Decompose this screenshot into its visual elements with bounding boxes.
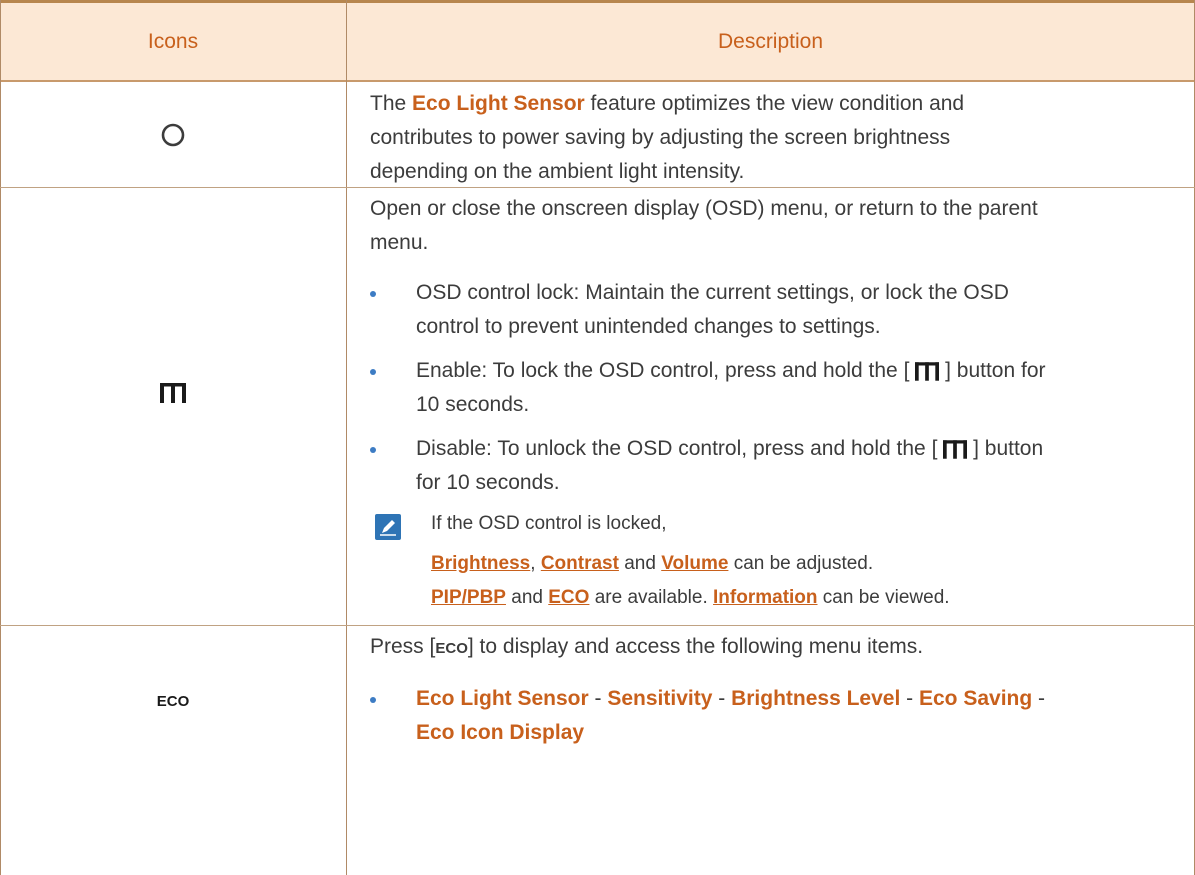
menu-bars-icon [943, 440, 968, 459]
table-row: ECO Press [ECO] to display and access th… [0, 626, 1195, 875]
eco-icon: ECO [156, 692, 190, 710]
bullet-icon [370, 447, 376, 453]
eco-icon: ECO [435, 640, 468, 657]
pip-pbp-link[interactable]: PIP/PBP [431, 587, 506, 608]
contrast-link[interactable]: Contrast [541, 553, 619, 574]
list-item: Enable: To lock the OSD control, press a… [370, 354, 1175, 422]
header-description: Description [717, 30, 824, 53]
menu-bars-icon [915, 362, 940, 381]
row-description: Press [ECO] to display and access the fo… [370, 630, 1175, 750]
bullet-icon [370, 291, 376, 297]
table-row: Open or close the onscreen display (OSD)… [0, 188, 1195, 625]
bullet-icon [370, 697, 376, 703]
note-icon [375, 514, 401, 545]
row-description: The Eco Light Sensor feature optimizes t… [370, 92, 965, 183]
bullet-icon [370, 369, 376, 375]
brightness-link[interactable]: Brightness [431, 553, 530, 574]
table-header: Icons Description [0, 0, 1195, 82]
circle-icon [0, 82, 346, 187]
list-item: Eco Light Sensor - Sensitivity - Brightn… [370, 682, 1175, 750]
table-row: The Eco Light Sensor feature optimizes t… [0, 82, 1195, 187]
row-description: Open or close the onscreen display (OSD)… [370, 192, 1175, 500]
volume-link[interactable]: Volume [661, 553, 728, 574]
eco-link[interactable]: ECO [548, 587, 589, 608]
menu-bars-icon [0, 378, 346, 408]
eco-light-sensor-term: Eco Light Sensor [412, 92, 585, 115]
information-link[interactable]: Information [713, 587, 818, 608]
header-icons: Icons [147, 30, 199, 53]
list-item: Disable: To unlock the OSD control, pres… [370, 432, 1175, 500]
list-item: OSD control lock: Maintain the current s… [370, 276, 1175, 344]
note-text: If the OSD control is locked, Brightness… [431, 513, 950, 608]
